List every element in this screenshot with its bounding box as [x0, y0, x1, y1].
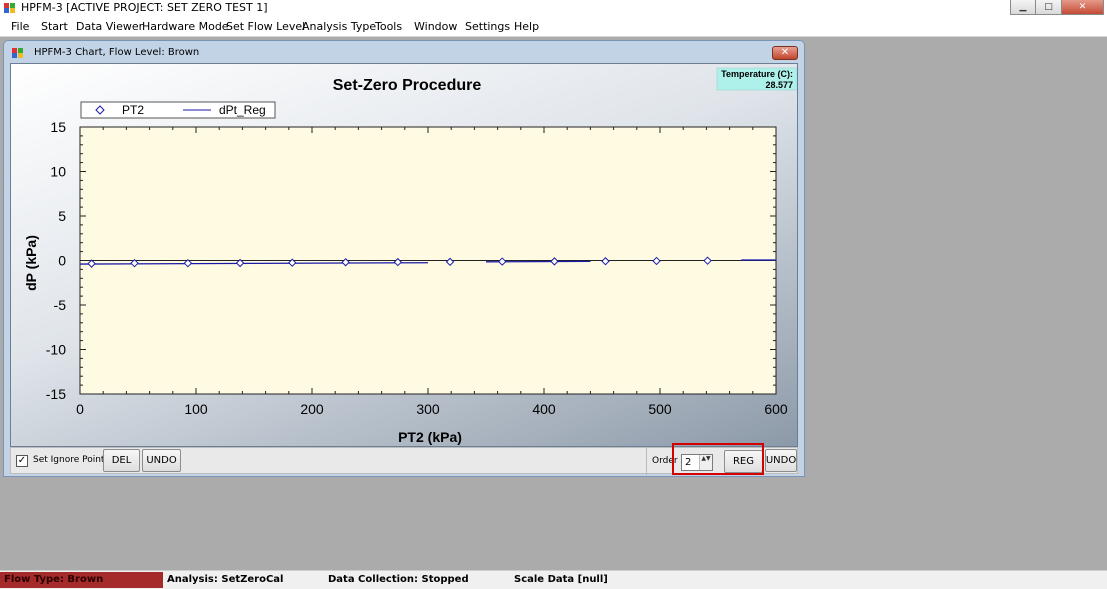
temperature-value: 28.577	[765, 80, 793, 90]
chart-legend: PT2 dPt_Reg	[80, 101, 276, 119]
menu-window[interactable]: Window	[414, 20, 457, 33]
status-flow-type: Flow Type: Brown	[0, 572, 163, 588]
x-tick-label: 0	[76, 401, 84, 417]
chart-area[interactable]: 15 10 5 0 -5 -10 -15 0 100 200 300 400 500 600 Set-Z…	[10, 63, 798, 447]
x-tick-label: 300	[416, 401, 440, 417]
minimize-button[interactable]: ▁	[1010, 0, 1036, 15]
maximize-button[interactable]: □	[1036, 0, 1062, 15]
app-titlebar: HPFM-3 [ACTIVE PROJECT: SET ZERO TEST 1]…	[0, 0, 1107, 16]
chart-window-icon	[12, 48, 23, 58]
menu-settings[interactable]: Settings	[465, 20, 510, 33]
status-analysis: Analysis: SetZeroCal	[167, 574, 284, 585]
chart-window-close-button[interactable]: ✕	[772, 46, 798, 60]
y-tick-label: 0	[58, 253, 66, 269]
ignore-points-checkbox[interactable]: ✓	[16, 455, 28, 467]
chart-title: Set-Zero Procedure	[333, 77, 482, 94]
chart-window-title: HPFM-3 Chart, Flow Level: Brown	[34, 47, 200, 58]
close-button[interactable]: ✕	[1062, 0, 1104, 15]
menu-analysis-type[interactable]: Analysis Type	[302, 20, 376, 33]
reg-button[interactable]: REG	[724, 450, 763, 473]
chart-window: HPFM-3 Chart, Flow Level: Brown ✕ 15 10 5 0…	[3, 40, 805, 477]
legend-dpt-reg-label: dPt_Reg	[219, 103, 266, 117]
spinner-arrows-icon[interactable]: ▲▼	[699, 455, 712, 470]
window-controls: ▁ □ ✕	[1010, 0, 1104, 15]
undo-right-button[interactable]: UNDO	[765, 449, 797, 472]
y-tick-labels: 15 10 5 0 -5 -10 -15	[46, 119, 66, 402]
app-title: HPFM-3 [ACTIVE PROJECT: SET ZERO TEST 1]	[21, 1, 268, 14]
menu-file[interactable]: File	[11, 20, 29, 33]
y-tick-label: 5	[58, 208, 66, 224]
y-axis-label: dP (kPa)	[23, 235, 39, 291]
menu-set-flow-level[interactable]: Set Flow Level	[226, 20, 305, 33]
menu-bar: File Start Data Viewer Hardware Mode Set…	[0, 16, 1107, 37]
status-scale-data: Scale Data [null]	[514, 574, 608, 585]
chart-svg: 15 10 5 0 -5 -10 -15 0 100 200 300 400 500 600 Set-Z…	[23, 67, 797, 445]
del-button[interactable]: DEL	[103, 449, 140, 472]
menu-hardware-mode[interactable]: Hardware Mode	[142, 20, 229, 33]
undo-left-button[interactable]: UNDO	[142, 449, 181, 472]
legend-pt2-label: PT2	[122, 103, 144, 117]
order-value: 2	[685, 457, 692, 468]
temperature-label: Temperature (C):	[721, 69, 793, 79]
status-bar: Flow Type: Brown Analysis: SetZeroCal Da…	[0, 570, 1107, 589]
y-tick-label: 10	[50, 164, 66, 180]
menu-tools[interactable]: Tools	[375, 20, 402, 33]
x-tick-label: 100	[184, 401, 208, 417]
order-label: Order	[652, 456, 678, 466]
y-tick-label: 15	[50, 119, 66, 135]
x-axis-label: PT2 (kPa)	[398, 429, 462, 445]
ignore-points-label: Set Ignore Points	[33, 455, 110, 465]
x-tick-label: 400	[532, 401, 556, 417]
menu-start[interactable]: Start	[41, 20, 68, 33]
menu-help[interactable]: Help	[514, 20, 539, 33]
status-data-collection: Data Collection: Stopped	[328, 574, 469, 585]
chart-controls-bar: ✓ Set Ignore Points DEL UNDO Order 2 ▲▼ …	[10, 447, 798, 475]
x-tick-label: 500	[648, 401, 672, 417]
y-tick-label: -10	[46, 342, 66, 358]
y-tick-label: -15	[46, 386, 66, 402]
x-tick-label: 200	[300, 401, 324, 417]
app-icon	[4, 3, 15, 13]
y-tick-label: -5	[54, 297, 67, 313]
temperature-box: Temperature (C): 28.577	[716, 67, 797, 91]
x-tick-label: 600	[764, 401, 788, 417]
menu-data-viewer[interactable]: Data Viewer	[76, 20, 143, 33]
order-spinner[interactable]: 2 ▲▼	[681, 454, 713, 471]
x-tick-labels: 0 100 200 300 400 500 600	[76, 401, 788, 417]
